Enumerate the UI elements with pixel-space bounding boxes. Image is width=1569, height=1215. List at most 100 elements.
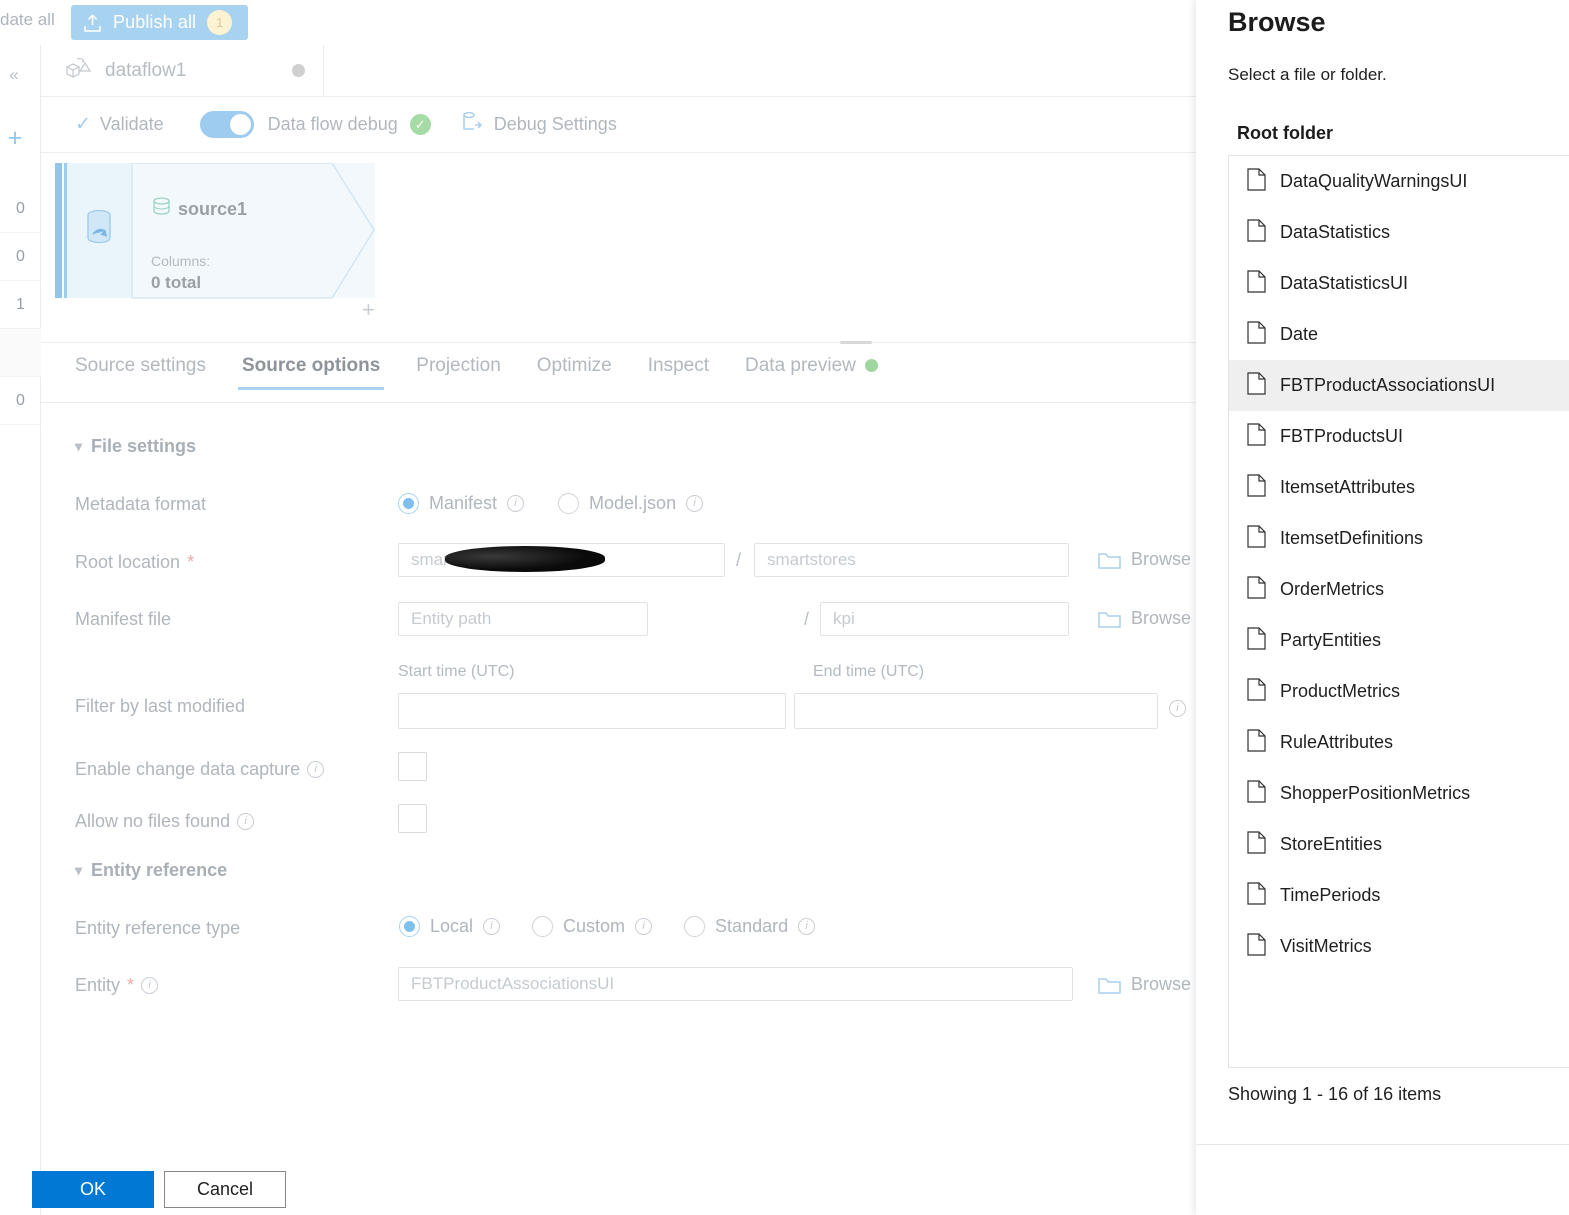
info-icon[interactable]: i [1169, 700, 1186, 717]
rail-count-row[interactable]: 0 [0, 185, 41, 233]
file-icon [1247, 218, 1266, 247]
file-icon [1247, 422, 1266, 451]
dataflow-canvas: source1 Columns: 0 total + [41, 153, 1196, 343]
root-folder-list[interactable]: DataQualityWarningsUI DataStatistics DataS… [1228, 155, 1569, 1068]
collapse-panel-icon[interactable]: « [2, 63, 26, 87]
folder-list-item-label: TimePeriods [1280, 885, 1381, 905]
folder-list-item-label: RuleAttributes [1280, 732, 1394, 752]
browse-panel-subtitle: Select a file or folder. [1228, 65, 1387, 84]
folder-list-item-label: ItemsetDefinitions [1280, 528, 1424, 548]
info-icon[interactable]: i [798, 918, 816, 935]
check-icon: ✓ [75, 114, 91, 135]
entity-label: Entity * i [75, 975, 159, 996]
debug-settings-button[interactable]: Debug Settings [461, 111, 617, 138]
root-location-container-input[interactable]: smartstores [754, 543, 1069, 577]
folder-list-item[interactable]: StoreEntities [1229, 819, 1569, 870]
entity-reference-section-header[interactable]: ▾ Entity reference [75, 860, 227, 881]
source-type-icon [151, 196, 172, 222]
folder-list-item[interactable]: ProductMetrics [1229, 666, 1569, 717]
dataflow-icon [63, 56, 93, 87]
rail-count-row[interactable]: 0 [0, 377, 41, 425]
dataflow-tab-label: dataflow1 [105, 60, 187, 81]
cancel-button[interactable]: Cancel [164, 1171, 286, 1208]
node-columns-value: 0 total [151, 273, 202, 292]
info-icon[interactable]: i [507, 495, 525, 512]
redaction-overlay [445, 546, 605, 572]
tab-inspect[interactable]: Inspect [630, 355, 727, 390]
radio-custom[interactable] [532, 916, 554, 937]
browse-manifest-file-button[interactable]: Browse [1098, 608, 1191, 629]
browse-panel-title: Browse [1228, 7, 1326, 37]
source-node[interactable]: source1 Columns: 0 total + [55, 162, 375, 322]
allow-no-files-label: Allow no files found i [75, 811, 255, 832]
enable-cdc-checkbox[interactable] [398, 752, 427, 781]
folder-list-item[interactable]: FBTProductsUI [1229, 411, 1569, 462]
file-icon [1247, 320, 1266, 349]
green-check-icon: ✓ [409, 114, 431, 135]
tab-projection[interactable]: Projection [398, 355, 519, 390]
rail-count-row[interactable]: 1 [0, 281, 41, 329]
validate-button[interactable]: ✓ Validate [75, 113, 164, 136]
manifest-file-input[interactable]: kpi [820, 602, 1069, 636]
folder-icon [1098, 975, 1121, 994]
node-add-icon[interactable]: + [362, 297, 375, 323]
tab-data-preview[interactable]: Data preview [727, 355, 896, 390]
tab-optimize[interactable]: Optimize [519, 355, 630, 390]
folder-list-item[interactable]: ItemsetAttributes [1229, 462, 1569, 513]
info-icon[interactable]: i [635, 918, 653, 935]
folder-list-item[interactable]: ShopperPositionMetrics [1229, 768, 1569, 819]
info-icon[interactable]: i [686, 495, 704, 512]
folder-list-item[interactable]: TimePeriods [1229, 870, 1569, 921]
filter-by-last-modified-label: Filter by last modified [75, 696, 246, 716]
folder-list-item[interactable]: DataStatisticsUI [1229, 258, 1569, 309]
folder-list-item[interactable]: ItemsetDefinitions [1229, 513, 1569, 564]
ok-button[interactable]: OK [32, 1171, 154, 1208]
radio-model-json-label: Model.json [589, 493, 677, 513]
enable-cdc-text: Enable change data capture [75, 759, 301, 779]
folder-list-item-label: VisitMetrics [1280, 936, 1372, 956]
folder-list-item-label: DataStatistics [1280, 222, 1391, 242]
add-resource-button[interactable]: + [2, 124, 28, 152]
browse-entity-button[interactable]: Browse [1098, 974, 1191, 995]
update-all-button[interactable]: date all [0, 10, 55, 30]
rail-selected-row[interactable] [0, 329, 41, 377]
file-icon [1247, 932, 1266, 961]
start-time-input[interactable] [398, 693, 786, 729]
metadata-format-radio-group[interactable]: Manifest i Model.json i [398, 493, 704, 514]
start-time-header: Start time (UTC) [398, 663, 515, 680]
folder-list-item-label: ShopperPositionMetrics [1280, 783, 1471, 803]
tab-source-options[interactable]: Source options [224, 355, 398, 390]
tab-source-settings[interactable]: Source settings [75, 355, 224, 390]
folder-list-item[interactable]: Date [1229, 309, 1569, 360]
browse-root-location-button[interactable]: Browse [1098, 549, 1191, 570]
radio-standard[interactable] [684, 916, 706, 937]
radio-local[interactable] [399, 916, 420, 937]
info-icon[interactable]: i [237, 813, 255, 830]
folder-list-item[interactable]: PartyEntities [1229, 615, 1569, 666]
data-flow-debug-toggle[interactable] [199, 111, 254, 138]
folder-list-item[interactable]: OrderMetrics [1229, 564, 1569, 615]
info-icon[interactable]: i [141, 977, 159, 994]
panel-resize-handle[interactable] [840, 341, 872, 344]
entity-input[interactable]: FBTProductAssociationsUI [398, 967, 1073, 1001]
folder-list-item[interactable]: FBTProductAssociationsUI [1229, 360, 1569, 411]
dataflow-tab[interactable]: dataflow1 [48, 45, 324, 97]
folder-list-item[interactable]: VisitMetrics [1229, 921, 1569, 972]
rail-count-row[interactable]: 0 [0, 233, 41, 281]
info-icon[interactable]: i [307, 761, 325, 778]
entity-reference-type-radio-group[interactable]: Local i Custom i Standard i [399, 916, 816, 937]
allow-no-files-checkbox[interactable] [398, 804, 427, 833]
folder-list-item[interactable]: DataQualityWarningsUI [1229, 156, 1569, 207]
showing-count-text: Showing 1 - 16 of 16 items [1228, 1084, 1442, 1104]
folder-list-item[interactable]: DataStatistics [1229, 207, 1569, 258]
file-settings-section-header[interactable]: ▾ File settings [75, 436, 196, 457]
folder-list-item[interactable]: RuleAttributes [1229, 717, 1569, 768]
info-icon[interactable]: i [483, 918, 501, 935]
radio-model-json[interactable] [558, 493, 580, 514]
folder-list-item-label: PartyEntities [1280, 630, 1382, 650]
radio-manifest[interactable] [398, 493, 419, 514]
folder-list-item-label: Date [1280, 324, 1319, 344]
publish-all-button[interactable]: Publish all 1 [71, 5, 249, 40]
manifest-entity-path-input[interactable]: Entity path [398, 602, 648, 636]
end-time-input[interactable] [794, 693, 1158, 729]
